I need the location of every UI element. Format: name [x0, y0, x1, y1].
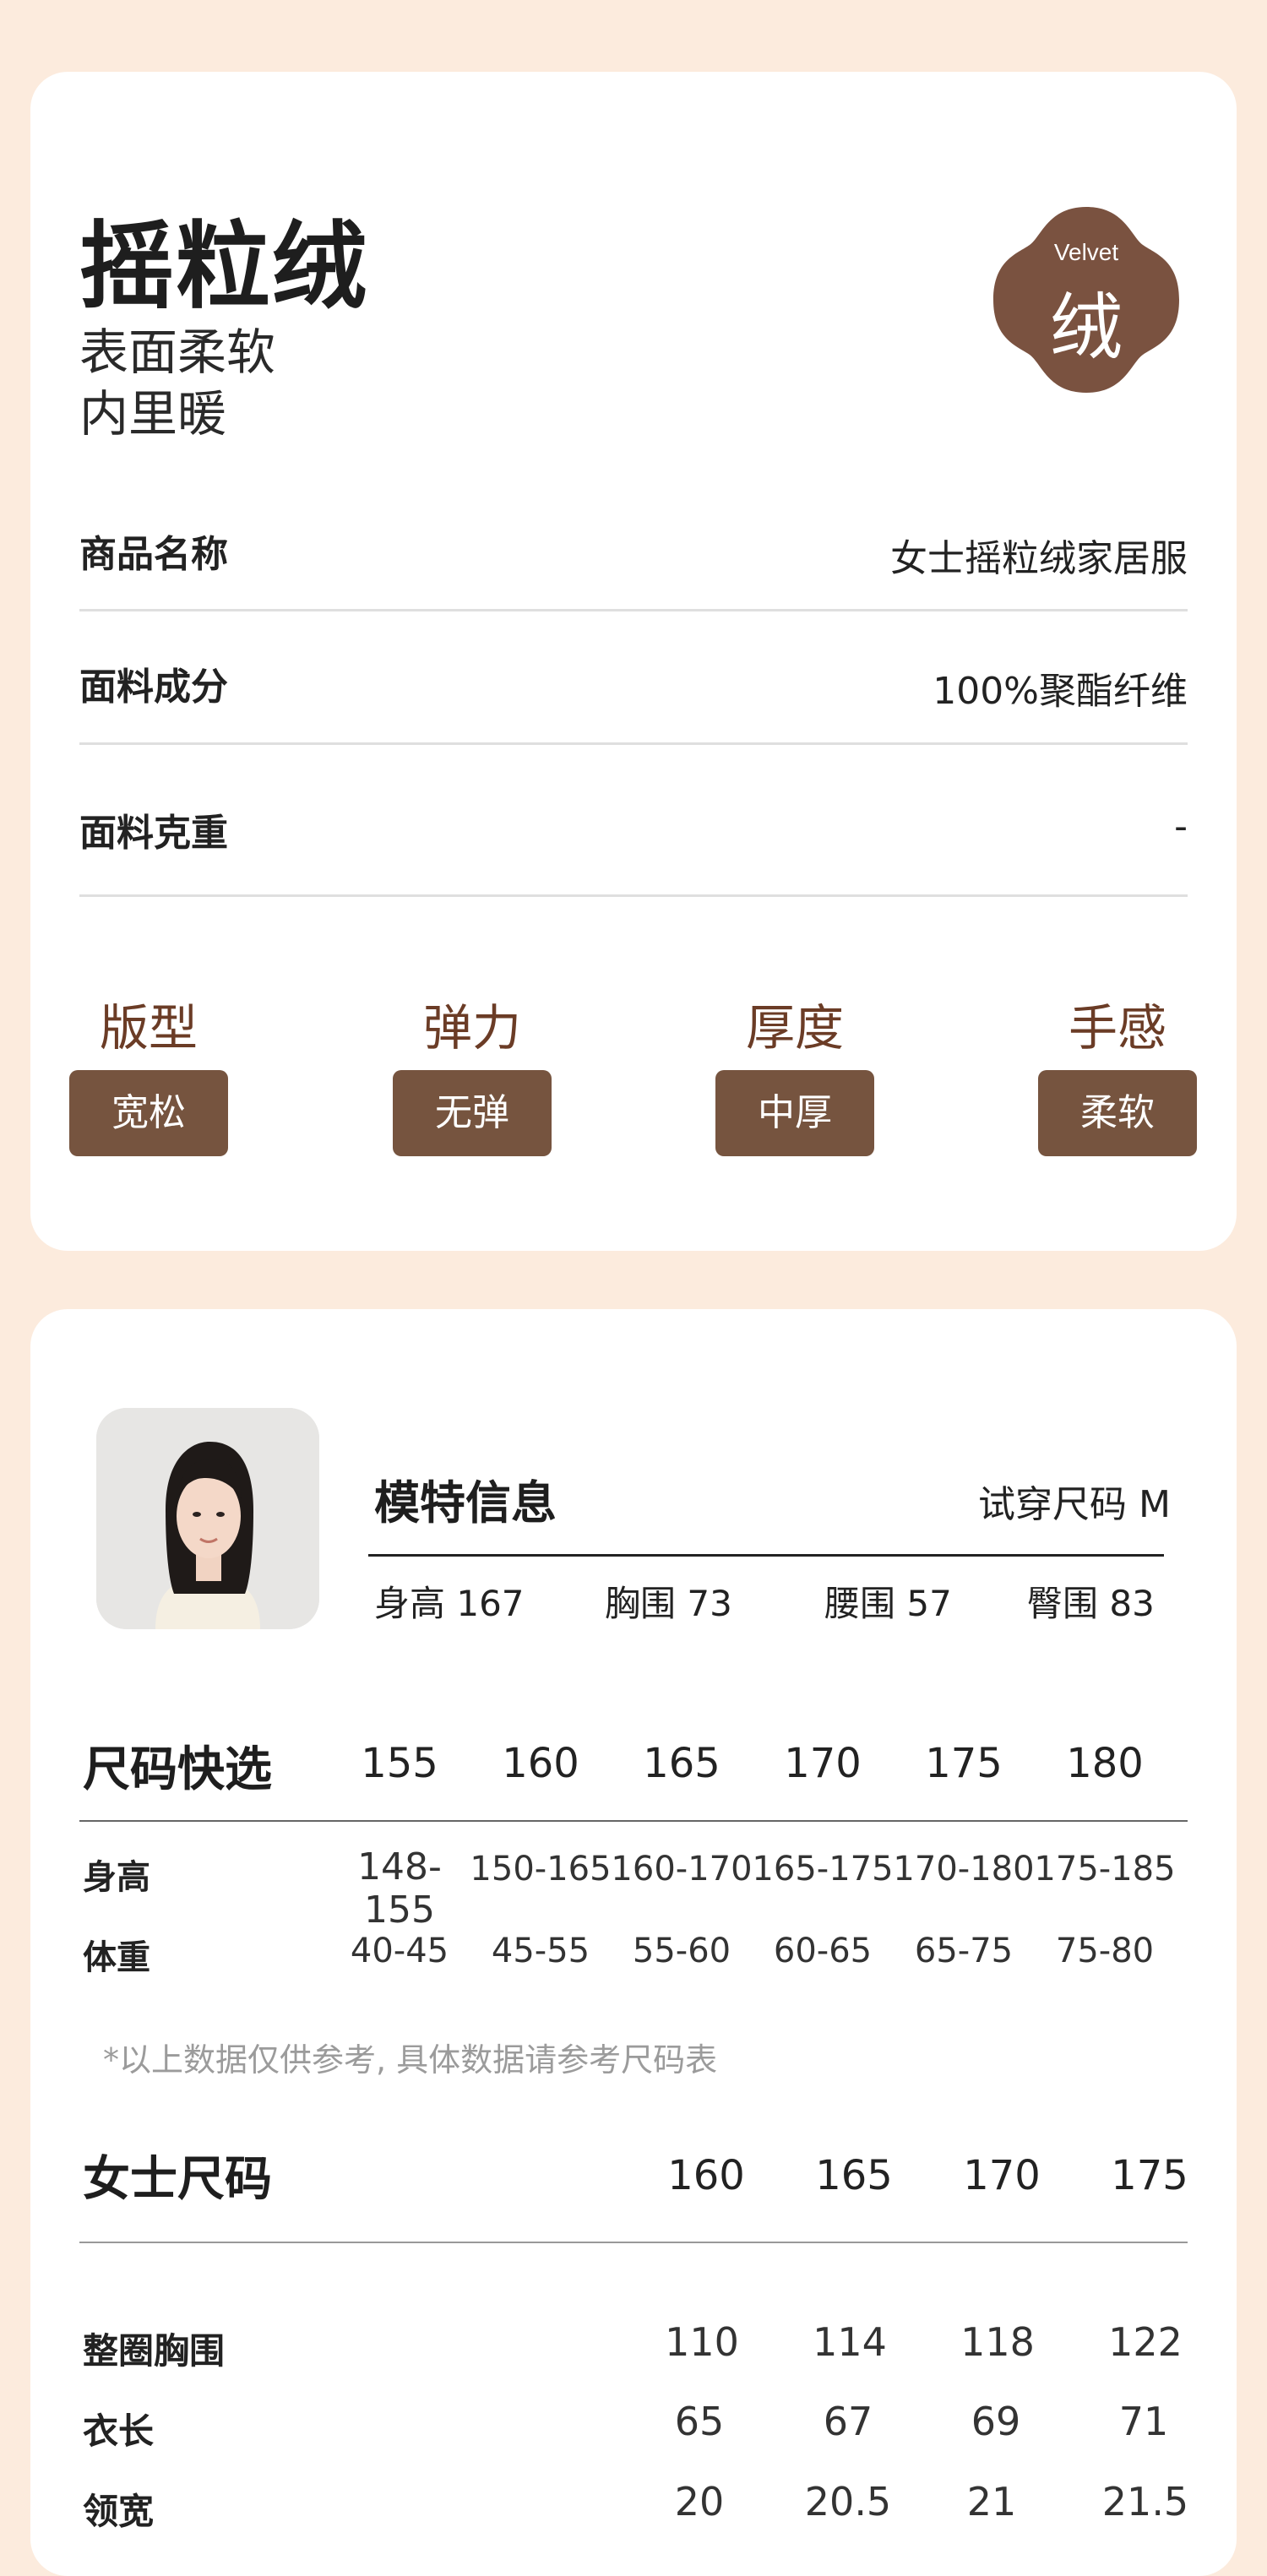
size-info-card: 模特信息 试穿尺码 M 身高 167 胸围 73 腰围 57 臀围 83 尺码快…	[30, 1309, 1237, 2576]
women-row-label-bust: 整圈胸围	[83, 2330, 226, 2372]
feature-tag-thickness: 中厚	[715, 1070, 874, 1156]
women-size-cell: 21	[966, 2479, 1017, 2524]
women-size-cell: 20	[674, 2479, 725, 2524]
women-size-cell: 118	[960, 2319, 1035, 2365]
women-size-cell: 69	[971, 2399, 1021, 2444]
size-quick-divider	[79, 1820, 1188, 1822]
feature-heading-stretch: 弹力	[422, 999, 521, 1057]
feature-tag-feel: 柔软	[1038, 1070, 1197, 1156]
women-size-cell: 21.5	[1101, 2479, 1189, 2524]
model-divider	[368, 1554, 1164, 1557]
size-cell: 160-170	[611, 1850, 753, 1889]
try-on-size: 试穿尺码 M	[978, 1483, 1171, 1526]
size-quick-col[interactable]: 180	[1054, 1740, 1156, 1787]
women-size-divider	[79, 2242, 1188, 2243]
badge-label-en: Velvet	[1053, 239, 1119, 265]
size-cell: 170-180	[893, 1850, 1035, 1889]
feature-tag-stretch: 无弹	[393, 1070, 552, 1156]
size-cell: 75-80	[1055, 1932, 1155, 1970]
model-portrait-icon	[96, 1408, 319, 1629]
spec-divider	[79, 609, 1188, 611]
women-size-cell: 114	[813, 2319, 887, 2365]
size-cell: 40-45	[350, 1932, 449, 1970]
size-cell: 45-55	[491, 1932, 590, 1970]
model-waist: 腰围 57	[824, 1583, 952, 1624]
size-quick-col[interactable]: 170	[772, 1740, 873, 1787]
size-quick-col[interactable]: 160	[490, 1740, 591, 1787]
size-row-label-weight: 体重	[83, 1938, 150, 1977]
spec-label-weight: 面料克重	[79, 812, 228, 855]
size-cell: 175-185	[1034, 1850, 1176, 1889]
women-size-cell: 110	[665, 2319, 739, 2365]
badge-label-cn: 绒	[1050, 285, 1123, 370]
size-cell: 150-165	[470, 1850, 612, 1889]
spec-value-name: 女士摇粒绒家居服	[890, 537, 1188, 580]
women-row-label-collar: 领宽	[83, 2491, 155, 2532]
product-subtitle-line1: 表面柔软	[79, 323, 276, 381]
spec-value-weight: -	[1174, 805, 1188, 848]
size-cell: 65-75	[914, 1932, 1014, 1970]
size-quick-col[interactable]: 155	[349, 1740, 450, 1787]
feature-heading-fit: 版型	[99, 999, 198, 1057]
women-size-cell: 71	[1118, 2399, 1169, 2444]
model-info-title: 模特信息	[374, 1476, 557, 1530]
women-size-col: 160	[667, 2152, 745, 2199]
size-quick-title: 尺码快选	[83, 1742, 272, 1797]
product-subtitle-line2: 内里暖	[79, 385, 227, 443]
size-quick-col[interactable]: 165	[631, 1740, 732, 1787]
women-size-cell: 65	[674, 2399, 725, 2444]
feature-heading-feel: 手感	[1068, 999, 1166, 1057]
women-size-cell: 67	[823, 2399, 873, 2444]
size-cell: 148-155	[357, 1845, 442, 1932]
women-size-col: 175	[1111, 2152, 1188, 2199]
spec-label-fabric: 面料成分	[79, 666, 228, 709]
spec-value-fabric: 100%聚酯纤维	[933, 670, 1188, 713]
size-row-label-height: 身高	[83, 1858, 150, 1897]
women-size-col: 170	[963, 2152, 1041, 2199]
feature-heading-thickness: 厚度	[745, 999, 844, 1057]
women-size-col: 165	[815, 2152, 893, 2199]
model-bust: 胸围 73	[605, 1583, 732, 1624]
spec-divider	[79, 742, 1188, 745]
size-cell: 55-60	[632, 1932, 731, 1970]
model-height: 身高 167	[374, 1583, 525, 1624]
spec-label-name: 商品名称	[79, 533, 228, 576]
size-quick-col[interactable]: 175	[913, 1740, 1014, 1787]
model-avatar	[96, 1408, 319, 1629]
size-cell: 60-65	[773, 1932, 873, 1970]
women-row-label-length: 衣长	[83, 2410, 155, 2452]
product-info-card: 摇粒绒 表面柔软 内里暖 Velvet 绒 商品名称 女士摇粒绒家居服 面料成分…	[30, 72, 1237, 1251]
spec-divider	[79, 894, 1188, 897]
feature-tag-fit: 宽松	[69, 1070, 228, 1156]
product-title: 摇粒绒	[79, 212, 368, 322]
size-note: *以上数据仅供参考, 具体数据请参考尺码表	[103, 2041, 718, 2079]
size-cell: 165-175	[752, 1850, 894, 1889]
women-size-cell: 20.5	[804, 2479, 892, 2524]
women-size-cell: 122	[1108, 2319, 1183, 2365]
women-size-title: 女士尺码	[83, 2152, 272, 2207]
model-hip: 臀围 83	[1027, 1583, 1155, 1624]
